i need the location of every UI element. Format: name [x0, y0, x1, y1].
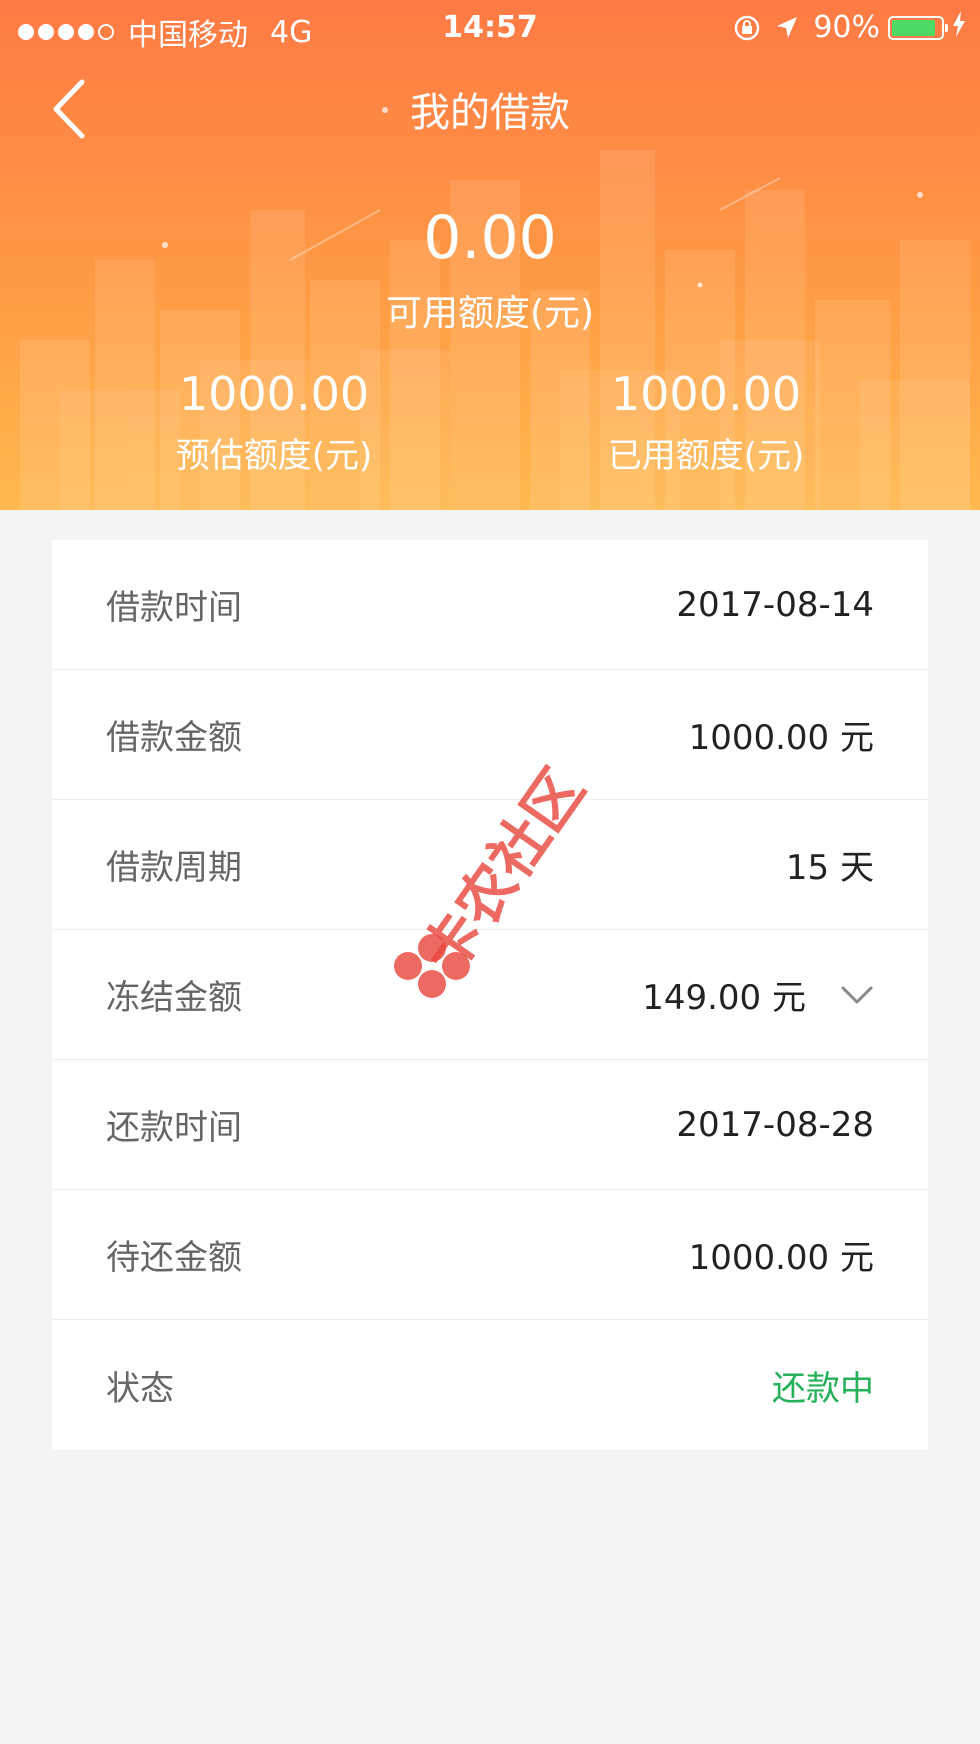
- row-loan-amount: 借款金额 1000.00 元: [52, 670, 928, 800]
- battery-icon: [888, 15, 948, 40]
- estimated-credit-label: 预估额度(元): [175, 436, 373, 476]
- page-title: 我的借款: [410, 90, 570, 136]
- used-credit: 1000.00 已用额度(元): [526, 366, 886, 477]
- row-pending-amount: 待还金额 1000.00 元: [52, 1190, 928, 1320]
- row-label: 借款金额: [106, 718, 242, 758]
- row-status: 状态 还款中: [52, 1320, 928, 1450]
- row-value: 2017-08-14: [676, 584, 874, 625]
- available-credit-amount: 0.00: [423, 203, 557, 273]
- row-value: 149.00 元: [642, 978, 806, 1018]
- status-right: 90%: [733, 10, 966, 45]
- used-credit-label: 已用额度(元): [607, 436, 805, 476]
- row-label: 状态: [106, 1368, 174, 1409]
- row-label: 借款周期: [106, 848, 242, 888]
- battery-percent: 90%: [813, 10, 880, 45]
- loan-details-card: 借款时间 2017-08-14 借款金额 1000.00 元 借款周期 15 天…: [52, 540, 928, 1450]
- row-label: 待还金额: [106, 1238, 242, 1278]
- location-arrow-icon: [775, 15, 799, 41]
- chevron-down-icon[interactable]: [840, 985, 874, 1005]
- rotation-lock-icon: [733, 14, 761, 42]
- row-value: 1000.00 元: [688, 718, 874, 758]
- row-loan-date: 借款时间 2017-08-14: [52, 540, 928, 670]
- row-frozen-amount[interactable]: 冻结金额 149.00 元: [52, 930, 928, 1060]
- row-label: 还款时间: [106, 1108, 242, 1148]
- status-badge: 还款中: [772, 1368, 874, 1409]
- frozen-amount-toggle[interactable]: 149.00 元: [642, 970, 874, 1019]
- header-banner: 中国移动 4G 14:57 90% 我的借款 0.00 可用额度(元) 1000…: [0, 0, 980, 510]
- row-value: 1000.00 元: [688, 1238, 874, 1278]
- estimated-credit-amount: 1000.00: [178, 367, 370, 421]
- available-credit-label: 可用额度(元): [385, 293, 595, 334]
- used-credit-amount: 1000.00: [610, 367, 802, 421]
- estimated-credit: 1000.00 预估额度(元): [94, 366, 454, 477]
- row-repay-date: 还款时间 2017-08-28: [52, 1060, 928, 1190]
- status-bar: 中国移动 4G 14:57 90%: [0, 0, 980, 56]
- row-value: 2017-08-28: [676, 1104, 874, 1145]
- row-value: 15 天: [785, 848, 874, 888]
- row-label: 冻结金额: [106, 978, 242, 1018]
- row-label: 借款时间: [106, 588, 242, 628]
- battery-level-fill: [892, 19, 936, 36]
- row-loan-period: 借款周期 15 天: [52, 800, 928, 930]
- charging-bolt-icon: [952, 10, 966, 45]
